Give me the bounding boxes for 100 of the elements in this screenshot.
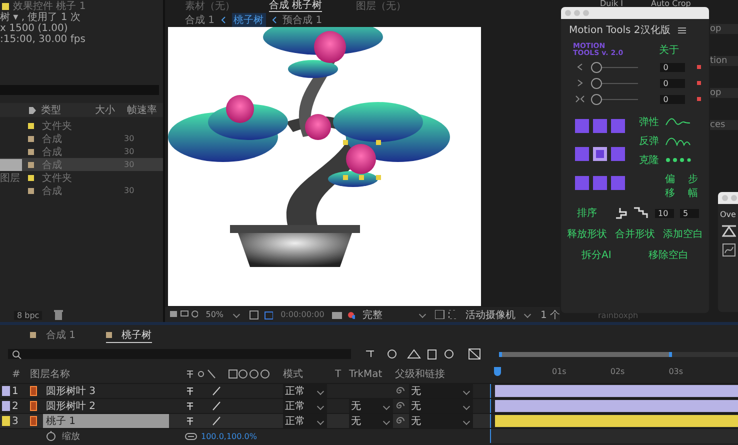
easing-button[interactable]: 反弹: [639, 134, 659, 148]
link-icon[interactable]: [185, 432, 197, 440]
trash-icon[interactable]: [54, 310, 64, 320]
time-label: 03s: [668, 367, 684, 376]
triangle-icon[interactable]: [722, 225, 736, 237]
time-ruler[interactable]: 01s 02s 03s: [490, 367, 738, 381]
action-button[interactable]: 移除空白: [648, 248, 688, 262]
property-value[interactable]: 100.0,100.0%: [201, 432, 257, 440]
curve-icon: [665, 136, 691, 146]
label-swatch[interactable]: [2, 386, 10, 396]
easing-button[interactable]: 弹性: [639, 115, 659, 129]
layer-name[interactable]: 圆形树叶 2: [43, 399, 99, 413]
anchor-point-button[interactable]: [593, 147, 607, 162]
column-header: T: [335, 368, 342, 380]
slider-thumb[interactable]: [590, 78, 602, 88]
stopwatch-icon[interactable]: [46, 431, 56, 441]
value-field[interactable]: 0: [660, 62, 686, 72]
grid-icon[interactable]: [248, 310, 273, 320]
timeline-tab[interactable]: 桃子树: [106, 328, 152, 342]
pick-whip-icon[interactable]: [395, 416, 405, 426]
value-field[interactable]: 0: [660, 94, 686, 104]
easing-button[interactable]: 克隆: [639, 153, 659, 167]
offset-field[interactable]: 10: [655, 208, 674, 218]
action-button[interactable]: 合并形状: [615, 227, 655, 241]
column-header[interactable]: 类型: [37, 103, 91, 117]
views-dropdown[interactable]: 1 个: [540, 308, 560, 322]
timeline-tab[interactable]: 合成 1: [30, 328, 76, 342]
zoom-dropdown[interactable]: 50%: [206, 310, 241, 319]
breadcrumb[interactable]: 预合成 1: [282, 12, 322, 26]
slider-thumb[interactable]: [590, 94, 602, 104]
timeline-tools-icon[interactable]: [365, 348, 483, 360]
anchor-point-button[interactable]: [575, 147, 589, 162]
parent-dropdown[interactable]: 无: [409, 399, 473, 413]
layer-name[interactable]: 桃子 1: [43, 414, 169, 428]
column-header: 图层名称: [30, 368, 71, 381]
item-type: 合成: [42, 184, 63, 198]
action-button[interactable]: 拆分AI: [582, 248, 612, 262]
item-type: 合成: [42, 146, 63, 158]
pick-whip-icon[interactable]: [395, 401, 405, 411]
panel-label: tion: [710, 56, 738, 66]
layer-name[interactable]: 圆形树叶 3: [43, 384, 99, 398]
sort-button[interactable]: 排序: [577, 206, 597, 220]
selection-handles[interactable]: [343, 140, 381, 180]
anchor-point-button[interactable]: [611, 176, 625, 190]
chevron-left-icon: [220, 16, 226, 24]
breadcrumb[interactable]: 桃子树: [232, 12, 266, 26]
anchor-point-button[interactable]: [593, 176, 607, 190]
breadcrumb[interactable]: 合成 1: [185, 12, 215, 26]
project-item[interactable]: 合成 30: [0, 145, 163, 158]
layer-number: 2: [12, 400, 20, 412]
curve-icon[interactable]: [722, 243, 736, 257]
item-fps: 30: [124, 186, 134, 195]
camera-dropdown[interactable]: 活动摄像机: [465, 308, 532, 322]
action-button[interactable]: 释放形状: [567, 227, 607, 241]
window-title: Motion Tools 2汉化版: [569, 24, 670, 37]
pick-whip-icon[interactable]: [395, 386, 405, 396]
panel-tab[interactable]: Auto Crop: [651, 0, 691, 8]
viewer-tab[interactable]: 合成 桃子树: [269, 1, 322, 12]
action-button[interactable]: 添加空白: [663, 227, 703, 241]
column-header[interactable]: 帧速率: [123, 103, 157, 117]
resolution-dropdown[interactable]: 完整: [362, 308, 428, 322]
anchor-point-button[interactable]: [575, 176, 589, 190]
parent-dropdown[interactable]: 无: [409, 384, 473, 398]
camera-icon[interactable]: [332, 310, 354, 320]
panel-label: op: [710, 88, 738, 98]
stairs-icon[interactable]: [615, 207, 649, 219]
anchor-point-button[interactable]: [611, 147, 625, 162]
mode-dropdown[interactable]: 正常: [283, 414, 327, 428]
slider-thumb[interactable]: [590, 62, 602, 72]
project-item[interactable]: 合成 30: [0, 132, 163, 145]
comp-info: :15:00, 30.00 fps: [0, 34, 86, 45]
value-field[interactable]: 0: [660, 78, 686, 88]
menu-icon[interactable]: [678, 26, 686, 34]
column-header[interactable]: 大小: [91, 103, 123, 117]
window-title: Ove: [719, 210, 737, 219]
search-field[interactable]: [8, 349, 352, 359]
curve-icon: [665, 117, 691, 127]
timecode[interactable]: 0:00:00:00: [280, 310, 324, 319]
navigator-bar[interactable]: [498, 352, 738, 356]
region-icon[interactable]: [435, 310, 458, 319]
label-swatch[interactable]: [2, 416, 10, 426]
mode-dropdown[interactable]: 正常: [283, 384, 327, 398]
project-item[interactable]: 文件夹: [0, 119, 163, 132]
display-options-icon[interactable]: [170, 310, 198, 319]
item-fps: 30: [124, 147, 134, 156]
parent-dropdown[interactable]: 无: [409, 414, 473, 428]
mode-dropdown[interactable]: 正常: [283, 399, 327, 413]
project-item[interactable]: 图层 文件夹: [0, 171, 163, 184]
about-button[interactable]: 关于: [659, 43, 679, 57]
trkmat-dropdown[interactable]: 无: [349, 414, 393, 428]
time-label: 02s: [610, 367, 625, 376]
playhead[interactable]: [494, 367, 501, 376]
project-item[interactable]: 合成 30: [0, 184, 163, 197]
panel-label: rainboxph: [598, 311, 638, 320]
trkmat-dropdown[interactable]: 无: [349, 399, 393, 413]
label-swatch[interactable]: [2, 401, 10, 411]
panel-tab[interactable]: Duik I: [600, 0, 623, 8]
bit-depth-button[interactable]: 8 bpc: [14, 310, 42, 320]
step-field[interactable]: 5: [680, 208, 699, 218]
item-name: 图层: [0, 172, 20, 184]
